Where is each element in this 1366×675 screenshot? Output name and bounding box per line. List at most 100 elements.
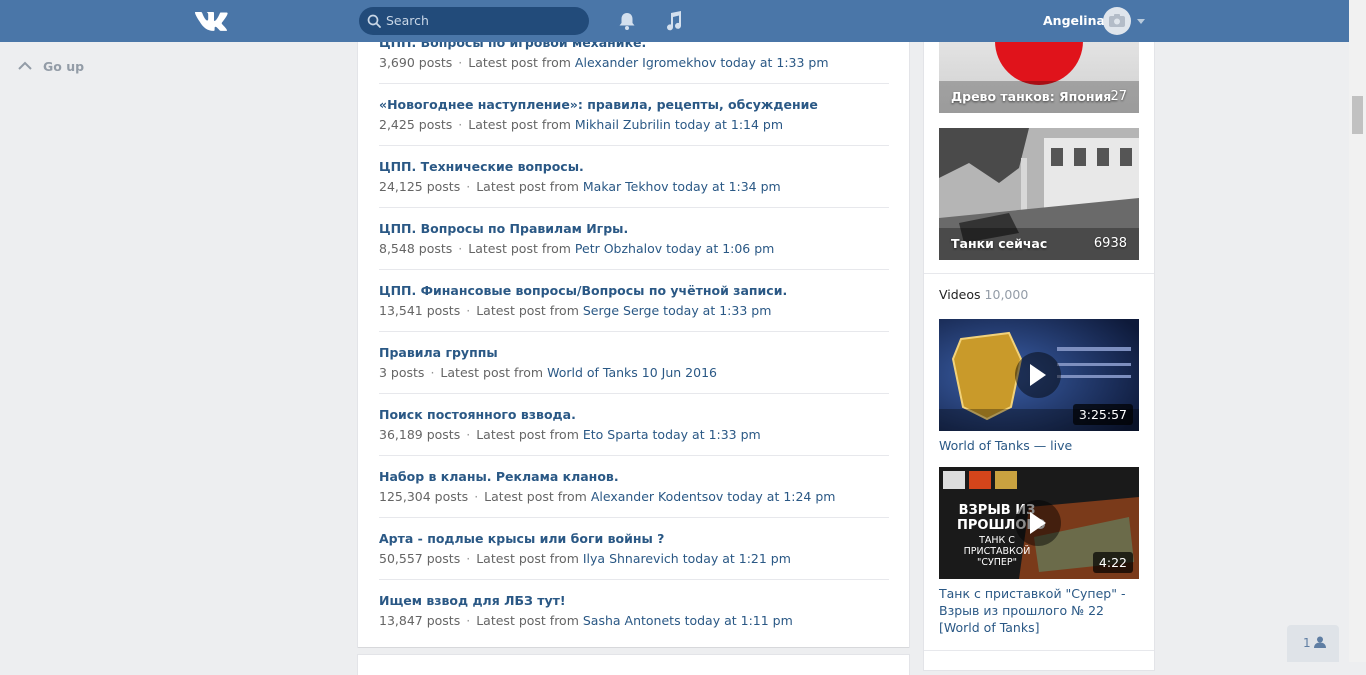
author-link[interactable]: World of Tanks [547,365,638,380]
list-item: Правила группы 3 posts · Latest post from … [379,332,889,394]
topic-title[interactable]: ЦПП. Вопросы по Правилам Игры. [379,221,628,236]
time-link[interactable]: today at 1:06 pm [666,241,774,256]
topic-meta: 24,125 posts · Latest post from Makar Tekh… [379,179,781,194]
latest-label: Latest post from [476,179,579,194]
topic-title[interactable]: Правила группы [379,345,498,360]
topic-meta: 3 posts · Latest post from World of Tanks … [379,365,717,380]
search-placeholder: Search [386,13,429,28]
video-duration: 3:25:57 [1072,404,1133,425]
section-divider [924,650,1154,651]
videos-count: 10,000 [984,287,1029,302]
time-link[interactable]: today at 1:21 pm [683,551,791,566]
chat-count: 1 [1303,636,1311,650]
video-thumbnail[interactable]: 3:25:57 [939,319,1139,431]
post-count: 2,425 posts [379,117,453,132]
video-duration: 4:22 [1092,552,1133,573]
author-link[interactable]: Alexander Kodentsov [591,489,723,504]
topic-meta: 2,425 posts · Latest post from Mikhail Zub… [379,117,784,132]
time-link[interactable]: today at 1:33 pm [663,303,771,318]
post-count: 125,304 posts [379,489,469,504]
play-icon[interactable] [1015,352,1061,398]
video-title-link[interactable]: Танк с приставкой "Супер" - Взрыв из про… [939,585,1139,636]
post-count: 13,847 posts [379,613,461,628]
post-count: 3 posts [379,365,425,380]
author-link[interactable]: Eto Sparta [583,427,649,442]
topic-meta: 13,847 posts · Latest post from Sasha Anto… [379,613,793,628]
user-name[interactable]: Angelina [1043,13,1105,28]
page-scrollbar[interactable] [1349,0,1366,662]
author-link[interactable]: Petr Obzhalov [575,241,662,256]
latest-label: Latest post from [440,365,544,380]
video-thumbnail[interactable]: ВЗРЫВ ИЗ ПРОШЛОГО ТАНК С ПРИСТАВКОЙ "СУП… [939,467,1139,579]
time-link[interactable]: 10 Jun 2016 [642,365,717,380]
list-item: ЦПП. Финансовые вопросы/Вопросы по учётн… [379,270,889,332]
album-title: Древо танков: Япония [951,89,1112,104]
video-title-link[interactable]: World of Tanks — live [939,437,1139,454]
search-icon [367,14,381,28]
top-header: Search Angelina [0,0,1349,42]
vk-logo[interactable] [193,9,229,33]
latest-label: Latest post from [476,303,579,318]
time-link[interactable]: today at 1:33 pm [720,55,828,70]
time-link[interactable]: today at 1:24 pm [727,489,835,504]
author-link[interactable]: Alexander Igromekhov [575,55,716,70]
topic-title[interactable]: Набор в кланы. Реклама кланов. [379,469,619,484]
post-count: 13,541 posts [379,303,461,318]
section-divider [924,273,1154,274]
next-card [358,655,909,675]
user-icon [1314,636,1326,648]
search-input[interactable]: Search [359,7,589,35]
album-count: 6938 [1093,236,1127,251]
latest-label: Latest post from [476,427,579,442]
right-sidebar: Древо танков: Япония 27 Танки сейчас 693… [924,0,1154,670]
time-link[interactable]: today at 1:11 pm [685,613,793,628]
post-count: 8,548 posts [379,241,453,256]
photo-album[interactable]: Танки сейчас 6938 [939,128,1139,260]
list-item: ЦПП. Технические вопросы. 24,125 posts · L… [379,146,889,208]
list-item: Поиск постоянного взвода. 36,189 posts · L… [379,394,889,456]
author-link[interactable]: Makar Tekhov [583,179,669,194]
videos-title: Videos [939,287,981,302]
author-link[interactable]: Ilya Shnarevich [583,551,679,566]
album-count: 27 [1110,89,1127,104]
topic-title[interactable]: Ищем взвод для ЛБЗ тут! [379,593,566,608]
topic-title[interactable]: ЦПП. Финансовые вопросы/Вопросы по учётн… [379,283,787,298]
time-link[interactable]: today at 1:33 pm [653,427,761,442]
avatar[interactable] [1103,7,1131,35]
topic-meta: 125,304 posts · Latest post from Alexander… [379,489,836,504]
chevron-up-icon [18,61,32,70]
time-link[interactable]: today at 1:34 pm [673,179,781,194]
latest-label: Latest post from [484,489,587,504]
latest-label: Latest post from [468,55,571,70]
latest-label: Latest post from [468,241,571,256]
topic-title[interactable]: Поиск постоянного взвода. [379,407,576,422]
go-up-label: Go up [43,59,85,74]
play-icon[interactable] [1015,500,1061,546]
author-link[interactable]: Serge Serge [583,303,659,318]
bell-icon[interactable] [617,11,637,31]
album-title: Танки сейчас [951,236,1048,251]
chat-button[interactable]: 1 [1287,625,1339,662]
topic-meta: 50,557 posts · Latest post from Ilya Shnar… [379,551,791,566]
list-item: ЦПП. Вопросы по Правилам Игры. 8,548 pos… [379,208,889,270]
chevron-down-icon[interactable] [1137,19,1145,24]
topic-meta: 3,690 posts · Latest post from Alexander I… [379,55,829,70]
latest-label: Latest post from [476,551,579,566]
author-link[interactable]: Mikhail Zubrilin [575,117,671,132]
videos-header[interactable]: Videos 10,000 [939,287,1028,302]
topic-title[interactable]: ЦПП. Технические вопросы. [379,159,584,174]
latest-label: Latest post from [468,117,571,132]
topic-meta: 36,189 posts · Latest post from Eto Sparta… [379,427,761,442]
topic-title[interactable]: Арта - подлые крысы или боги войны ? [379,531,664,546]
post-count: 3,690 posts [379,55,453,70]
time-link[interactable]: today at 1:14 pm [675,117,783,132]
list-item: Арта - подлые крысы или боги войны ? 50,… [379,518,889,580]
post-count: 50,557 posts [379,551,461,566]
author-link[interactable]: Sasha Antonets [583,613,681,628]
camera-icon [1109,14,1125,27]
music-note-icon[interactable] [664,10,682,32]
list-item: Набор в кланы. Реклама кланов. 125,304 p… [379,456,889,518]
scrollbar-thumb[interactable] [1352,96,1363,134]
post-count: 36,189 posts [379,427,461,442]
topic-title[interactable]: «Новогоднее наступление»: правила, рецеп… [379,97,818,112]
